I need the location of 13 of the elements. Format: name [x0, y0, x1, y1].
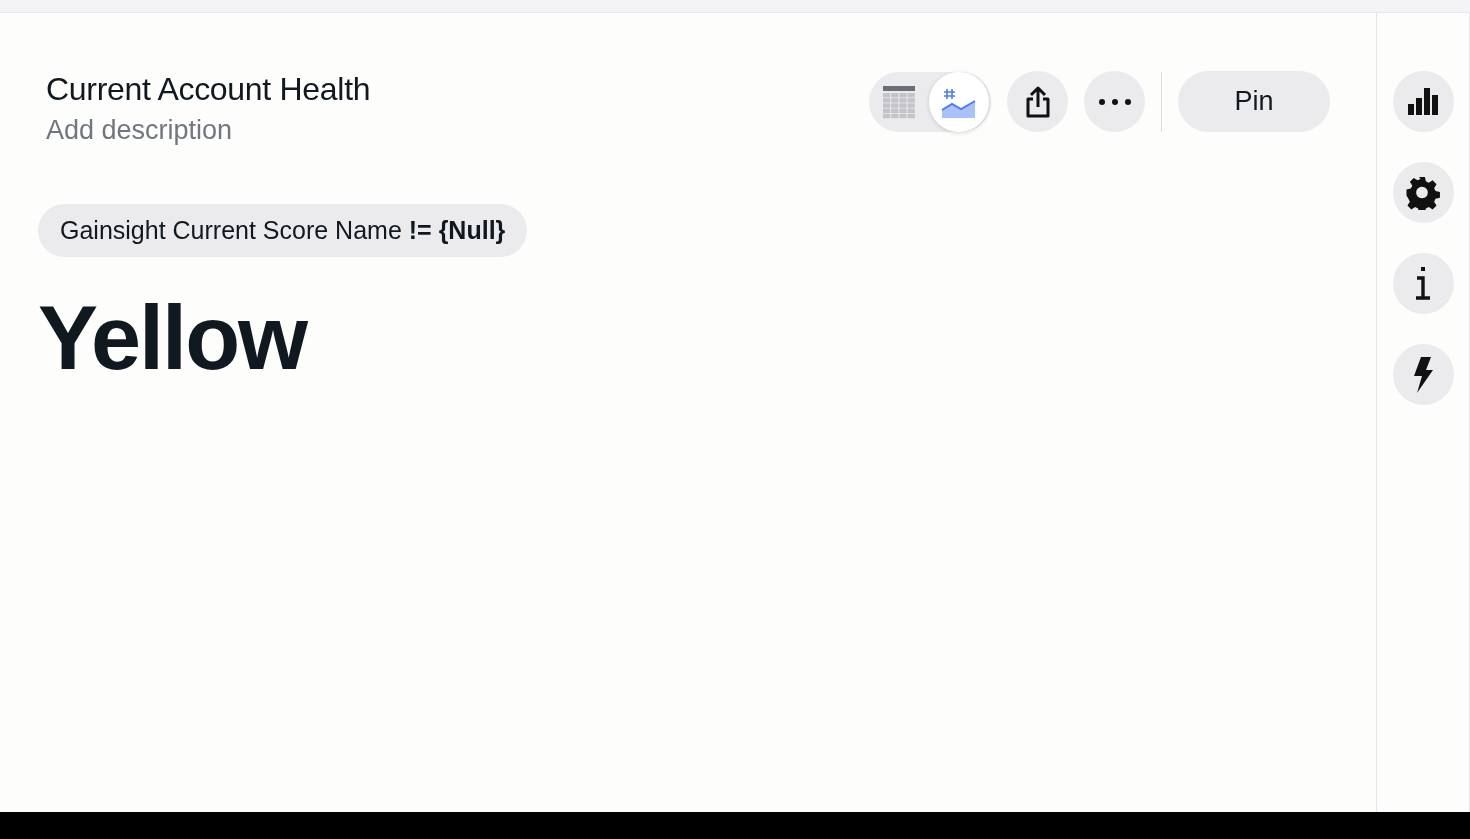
more-icon: [1098, 98, 1131, 105]
filter-chip[interactable]: Gainsight Current Score Name != {Null}: [38, 204, 528, 257]
share-icon: [1024, 84, 1051, 119]
description-field[interactable]: Add description: [46, 115, 346, 146]
settings-icon: [1406, 175, 1440, 210]
info-icon: [1415, 266, 1431, 301]
chart-view-toggle[interactable]: [929, 71, 989, 132]
table-icon: [882, 84, 916, 119]
card-title: Current Account Health: [46, 70, 371, 109]
bar-chart-icon: [1408, 88, 1438, 115]
headline-value: Yellow: [38, 287, 308, 390]
pin-button[interactable]: Pin: [1178, 71, 1330, 132]
lightning-icon: [1413, 356, 1433, 393]
